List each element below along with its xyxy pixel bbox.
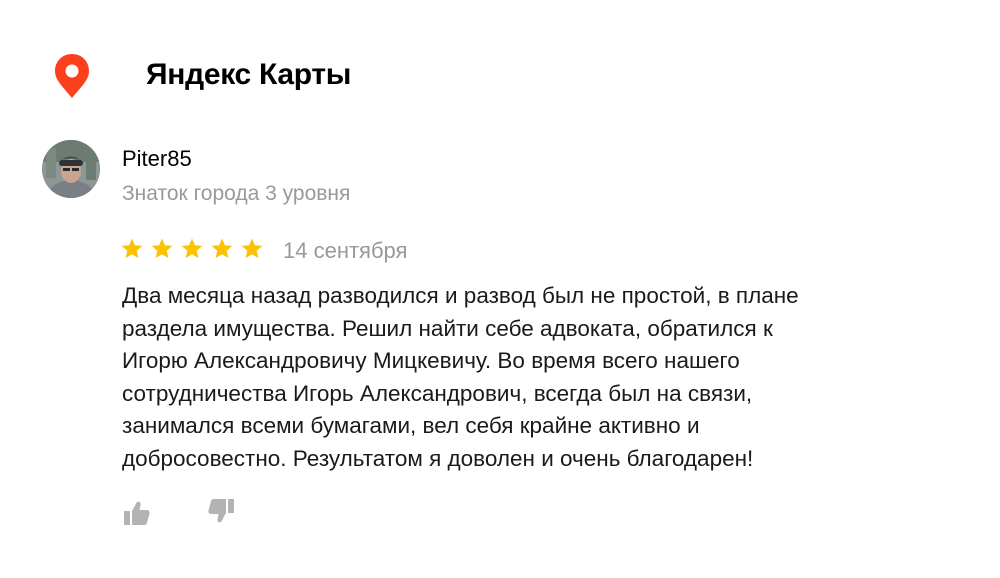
- star-icon: [241, 238, 263, 258]
- review-text-line: Два месяца назад разводился и развод был…: [122, 283, 799, 308]
- brand-title[interactable]: Яндекс Карты: [146, 58, 351, 92]
- star-icon: [151, 238, 173, 258]
- review-text-line: раздела имущества. Решил найти себе адво…: [122, 315, 773, 341]
- review-text-line: сотрудничества Игорь Александрович, всег…: [122, 380, 753, 406]
- review-text-line: занимался всеми бумагами, вел себя крайн…: [122, 413, 700, 438]
- star-icon: [121, 238, 143, 258]
- star-rating: [120, 237, 264, 261]
- header: Яндекс Карты: [0, 0, 1000, 130]
- like-button[interactable]: [122, 498, 152, 528]
- thumbs-down-icon: [208, 499, 234, 523]
- thumbs-up-icon: [124, 501, 150, 525]
- map-pin-icon[interactable]: [52, 52, 92, 100]
- review-text-line: добросовестно. Результатом я доволен и о…: [122, 445, 754, 471]
- review-text: Два месяца назад разводился и развод был…: [122, 280, 902, 475]
- avatar[interactable]: [42, 140, 100, 198]
- star-icon: [211, 238, 233, 258]
- dislike-button[interactable]: [206, 496, 236, 526]
- author-name[interactable]: Piter85: [122, 146, 192, 172]
- review-text-line: Игорю Александровичу Мицкевичу. Во время…: [122, 348, 740, 373]
- review-date: 14 сентября: [283, 238, 408, 263]
- author-level: Знаток города 3 уровня: [122, 182, 351, 205]
- star-icon: [181, 238, 203, 258]
